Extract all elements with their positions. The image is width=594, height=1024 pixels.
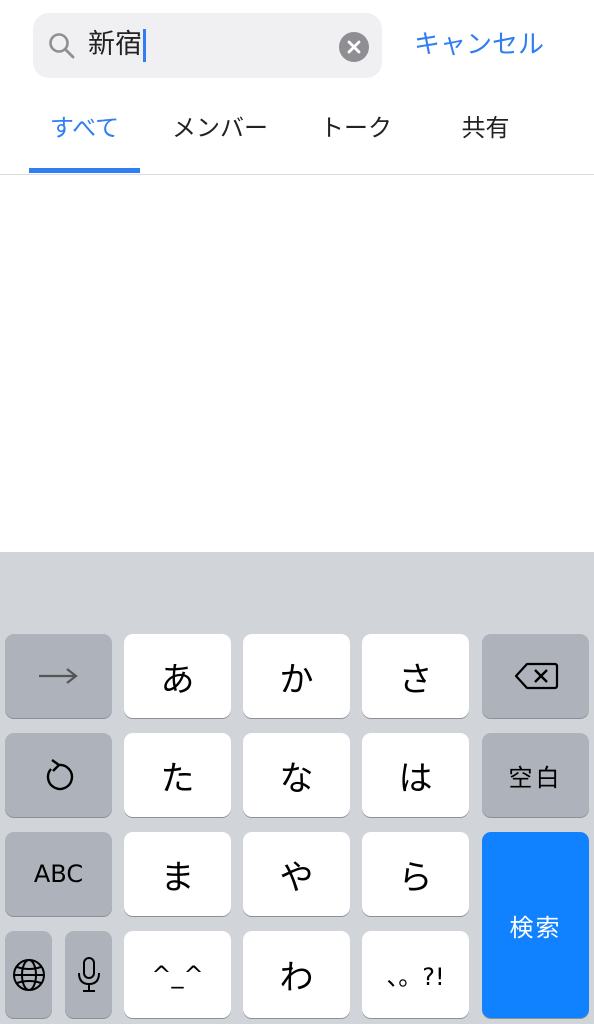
search-icon: [49, 33, 75, 59]
clear-icon: [347, 40, 361, 54]
key-a[interactable]: あ: [124, 634, 231, 718]
key-label: さ: [398, 659, 433, 700]
key-label: ら: [398, 857, 433, 898]
undo-key[interactable]: [5, 733, 112, 817]
abc-label: ABC: [33, 860, 84, 888]
next-candidate-key[interactable]: [5, 634, 112, 718]
search-key-label: 検索: [509, 913, 562, 942]
tabs-divider: [0, 174, 594, 175]
backspace-icon: [514, 662, 558, 690]
mic-key[interactable]: [65, 931, 112, 1018]
key-label: な: [279, 758, 314, 799]
key-label: わ: [279, 958, 314, 998]
key-punctuation[interactable]: 、。?!: [362, 931, 469, 1018]
undo-icon: [46, 759, 73, 791]
globe-icon: [12, 958, 45, 991]
key-ma[interactable]: ま: [124, 832, 231, 916]
arrow-right-icon: [38, 668, 78, 684]
tab-shared[interactable]: 共有: [430, 110, 541, 146]
key-na[interactable]: な: [243, 733, 350, 817]
tab-members[interactable]: メンバー: [160, 110, 280, 146]
key-ha[interactable]: は: [362, 733, 469, 817]
key-ya[interactable]: や: [243, 832, 350, 916]
cancel-button[interactable]: キャンセル: [414, 25, 544, 65]
key-label: ま: [160, 857, 195, 898]
key-sa[interactable]: さ: [362, 634, 469, 718]
key-emoticon[interactable]: ^_^: [124, 931, 231, 1018]
abc-key[interactable]: ABC: [5, 832, 112, 916]
search-input[interactable]: 新宿: [33, 13, 382, 78]
key-label: は: [398, 758, 433, 799]
keyboard: ABC あ か さ た な は ま や ら ^_^ わ 、。?! 空白 検索: [0, 552, 594, 1024]
key-label: た: [160, 758, 195, 799]
space-label: 空白: [508, 763, 563, 792]
text-caret: [143, 29, 146, 62]
space-key[interactable]: 空白: [482, 733, 589, 817]
key-ka[interactable]: か: [243, 634, 350, 718]
backspace-key[interactable]: [482, 634, 589, 718]
key-label: あ: [160, 659, 195, 700]
search-submit-key[interactable]: 検索: [482, 832, 589, 1018]
key-ta[interactable]: た: [124, 733, 231, 817]
key-label: ^_^: [151, 960, 204, 989]
active-tab-indicator: [29, 168, 140, 173]
mic-icon: [77, 956, 100, 992]
key-label: や: [279, 857, 314, 898]
key-label: か: [279, 659, 314, 700]
globe-key[interactable]: [5, 931, 52, 1018]
clear-search-button[interactable]: [339, 32, 369, 62]
key-wa[interactable]: わ: [243, 931, 350, 1018]
key-label: 、。?!: [386, 963, 445, 991]
tab-talk[interactable]: トーク: [296, 110, 416, 146]
tab-all[interactable]: すべて: [29, 110, 140, 146]
key-ra[interactable]: ら: [362, 832, 469, 916]
search-query: 新宿: [88, 26, 146, 64]
